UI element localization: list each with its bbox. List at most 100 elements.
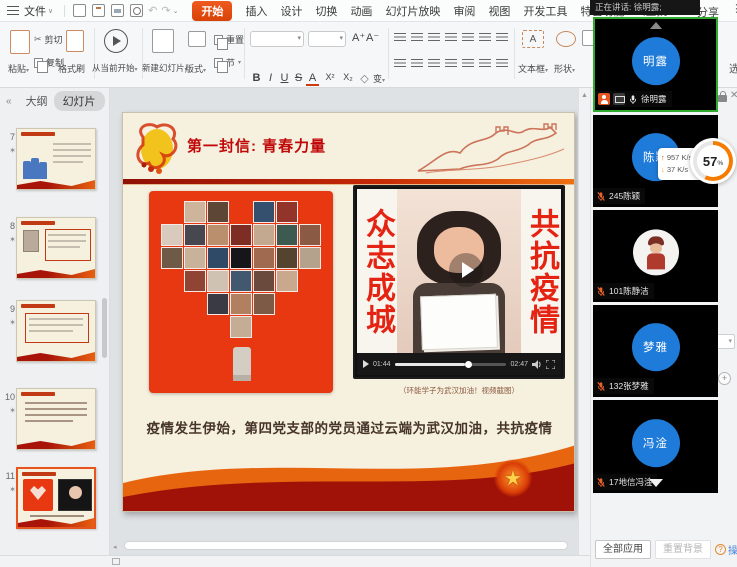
strikethrough-button[interactable]: S xyxy=(292,72,305,84)
quickbar-more-icon[interactable]: ⌄ xyxy=(173,7,179,15)
reset-background-button[interactable]: 重置背景 xyxy=(655,540,711,559)
video-play-icon[interactable] xyxy=(363,360,369,368)
slide-title[interactable]: 第一封信: 青春力量 xyxy=(187,135,326,156)
tab-developer[interactable]: 开发工具 xyxy=(523,3,567,19)
paste-button[interactable]: 粘贴▾ xyxy=(8,62,29,75)
textbox-icon[interactable]: A xyxy=(522,30,544,48)
new-slide-button[interactable]: 新建幻灯片▾ xyxy=(142,62,188,74)
align-right-icon[interactable] xyxy=(428,58,440,68)
justify-icon[interactable] xyxy=(445,58,457,68)
align-center-icon[interactable] xyxy=(411,58,423,68)
reset-button[interactable]: 重置 xyxy=(214,33,244,46)
horizontal-scrollbar[interactable]: ◂ xyxy=(122,541,570,551)
print-preview-icon[interactable] xyxy=(130,4,143,17)
tab-transitions[interactable]: 切换 xyxy=(315,3,337,19)
tab-design[interactable]: 设计 xyxy=(280,3,302,19)
vertical-scrollbar[interactable]: ▲ xyxy=(578,88,590,555)
tab-view[interactable]: 视图 xyxy=(488,3,510,19)
play-from-current-button[interactable]: 从当前开始▾ xyxy=(92,62,138,74)
print-icon[interactable] xyxy=(111,4,124,17)
font-color-button[interactable]: A xyxy=(306,72,319,86)
tab-home[interactable]: 开始 xyxy=(192,1,232,21)
subscript-button[interactable]: X₂ xyxy=(340,72,356,82)
pane-close-icon[interactable]: ✕ xyxy=(730,90,737,101)
format-painter-icon[interactable] xyxy=(66,30,84,52)
slide-11-canvas[interactable]: 第一封信: 青春力量 xyxy=(122,112,575,512)
italic-button[interactable]: I xyxy=(264,72,277,84)
layout-icon[interactable] xyxy=(188,31,206,47)
phonetic-button[interactable]: 变▾ xyxy=(371,72,387,85)
columns-icon[interactable] xyxy=(479,32,491,42)
more-options-icon[interactable]: ⋮ xyxy=(731,2,737,15)
align-left-icon[interactable] xyxy=(394,58,406,68)
scroll-left-icon[interactable]: ◂ xyxy=(113,543,117,551)
grow-font-button[interactable]: A⁺ xyxy=(352,31,365,44)
participant-tile-5[interactable]: 冯淦 17地信冯淦 xyxy=(593,400,718,493)
hamburger-menu-icon[interactable] xyxy=(7,6,19,15)
bullets-icon[interactable] xyxy=(394,32,406,42)
textbox-button[interactable]: 文本框▾ xyxy=(518,62,548,75)
paste-icon[interactable] xyxy=(10,30,30,54)
text-direction-icon[interactable] xyxy=(462,32,474,42)
photo-collage-box[interactable] xyxy=(149,191,333,393)
numbering-icon[interactable] xyxy=(411,32,423,42)
video-caption[interactable]: （环能学子为武汉加油！视频截图） xyxy=(353,385,565,396)
layout-button[interactable]: 版式▾ xyxy=(185,62,206,75)
tips-link[interactable]: ? 操作技巧 xyxy=(715,542,737,557)
align-middle-icon[interactable] xyxy=(496,58,508,68)
increase-indent-icon[interactable] xyxy=(445,32,457,42)
align-top-icon[interactable] xyxy=(479,58,491,68)
apply-all-button[interactable]: 全部应用 xyxy=(595,540,651,559)
slide-thumbnail-11-selected[interactable] xyxy=(16,467,96,529)
tab-insert[interactable]: 插入 xyxy=(245,3,267,19)
panel-scrollbar[interactable] xyxy=(102,298,107,358)
shapes-icon[interactable] xyxy=(556,31,576,47)
distribute-icon[interactable] xyxy=(462,58,474,68)
bold-button[interactable]: B xyxy=(250,72,263,84)
collapse-panel-icon[interactable]: « xyxy=(6,96,12,107)
clear-format-icon[interactable]: ◇ xyxy=(358,72,371,85)
decrease-indent-icon[interactable] xyxy=(428,32,440,42)
pane-lock-icon[interactable] xyxy=(718,91,727,102)
underline-button[interactable]: U xyxy=(278,72,291,84)
play-from-current-icon[interactable] xyxy=(104,29,128,53)
tab-slideshow[interactable]: 幻灯片放映 xyxy=(385,3,440,19)
file-menu-caret-icon[interactable]: ∨ xyxy=(48,7,53,15)
mic-muted-icon[interactable] xyxy=(596,191,606,202)
font-size-combobox[interactable] xyxy=(308,31,346,47)
video-progress-bar[interactable] xyxy=(395,363,507,366)
pane-plus-icon[interactable]: + xyxy=(718,372,731,385)
embedded-video-player[interactable]: 众志成城 共抗疫情 01:44 02:47 xyxy=(353,185,565,379)
scroll-up-participants-icon[interactable] xyxy=(650,22,662,29)
cut-button[interactable]: ✂剪切 xyxy=(34,33,63,46)
export-icon[interactable] xyxy=(92,4,105,17)
ribbon-select-button[interactable]: 选 xyxy=(729,61,737,76)
mic-muted-icon[interactable] xyxy=(596,286,606,297)
superscript-button[interactable]: X² xyxy=(322,72,338,82)
slide-thumbnail-7[interactable] xyxy=(16,128,96,190)
video-play-overlay-icon[interactable] xyxy=(449,253,483,287)
editing-canvas[interactable]: 第一封信: 青春力量 xyxy=(110,88,580,555)
mic-muted-icon[interactable] xyxy=(596,477,606,488)
volume-icon[interactable] xyxy=(532,360,542,369)
scroll-up-icon[interactable]: ▲ xyxy=(581,92,588,99)
view-mode-icon[interactable] xyxy=(112,558,120,565)
tab-outline[interactable]: 大纲 xyxy=(26,93,48,109)
shapes-button[interactable]: 形状▾ xyxy=(554,62,575,75)
section-button[interactable]: 节▾ xyxy=(214,56,241,69)
slide-body-text[interactable]: 疫情发生伊始，第四党支部的党员通过云端为武汉加油，共抗疫情 xyxy=(135,417,564,437)
participant-tile-4[interactable]: 梦雅 132张梦雅 xyxy=(593,305,718,397)
font-name-combobox[interactable] xyxy=(250,31,304,47)
slide-thumbnail-10[interactable] xyxy=(16,388,96,450)
mic-on-icon[interactable] xyxy=(628,94,638,105)
mic-muted-icon[interactable] xyxy=(596,381,606,392)
tab-review[interactable]: 审阅 xyxy=(453,3,475,19)
new-slide-icon[interactable] xyxy=(152,29,174,53)
fullscreen-icon[interactable] xyxy=(546,360,555,369)
redo-icon[interactable]: ↷ xyxy=(161,4,170,17)
slide-thumbnail-9[interactable] xyxy=(16,300,96,362)
shrink-font-button[interactable]: A⁻ xyxy=(366,31,379,44)
participant-tile-3[interactable]: 101陈静洁 xyxy=(593,210,718,302)
undo-icon[interactable]: ↶ xyxy=(148,4,157,17)
tab-animations[interactable]: 动画 xyxy=(350,3,372,19)
